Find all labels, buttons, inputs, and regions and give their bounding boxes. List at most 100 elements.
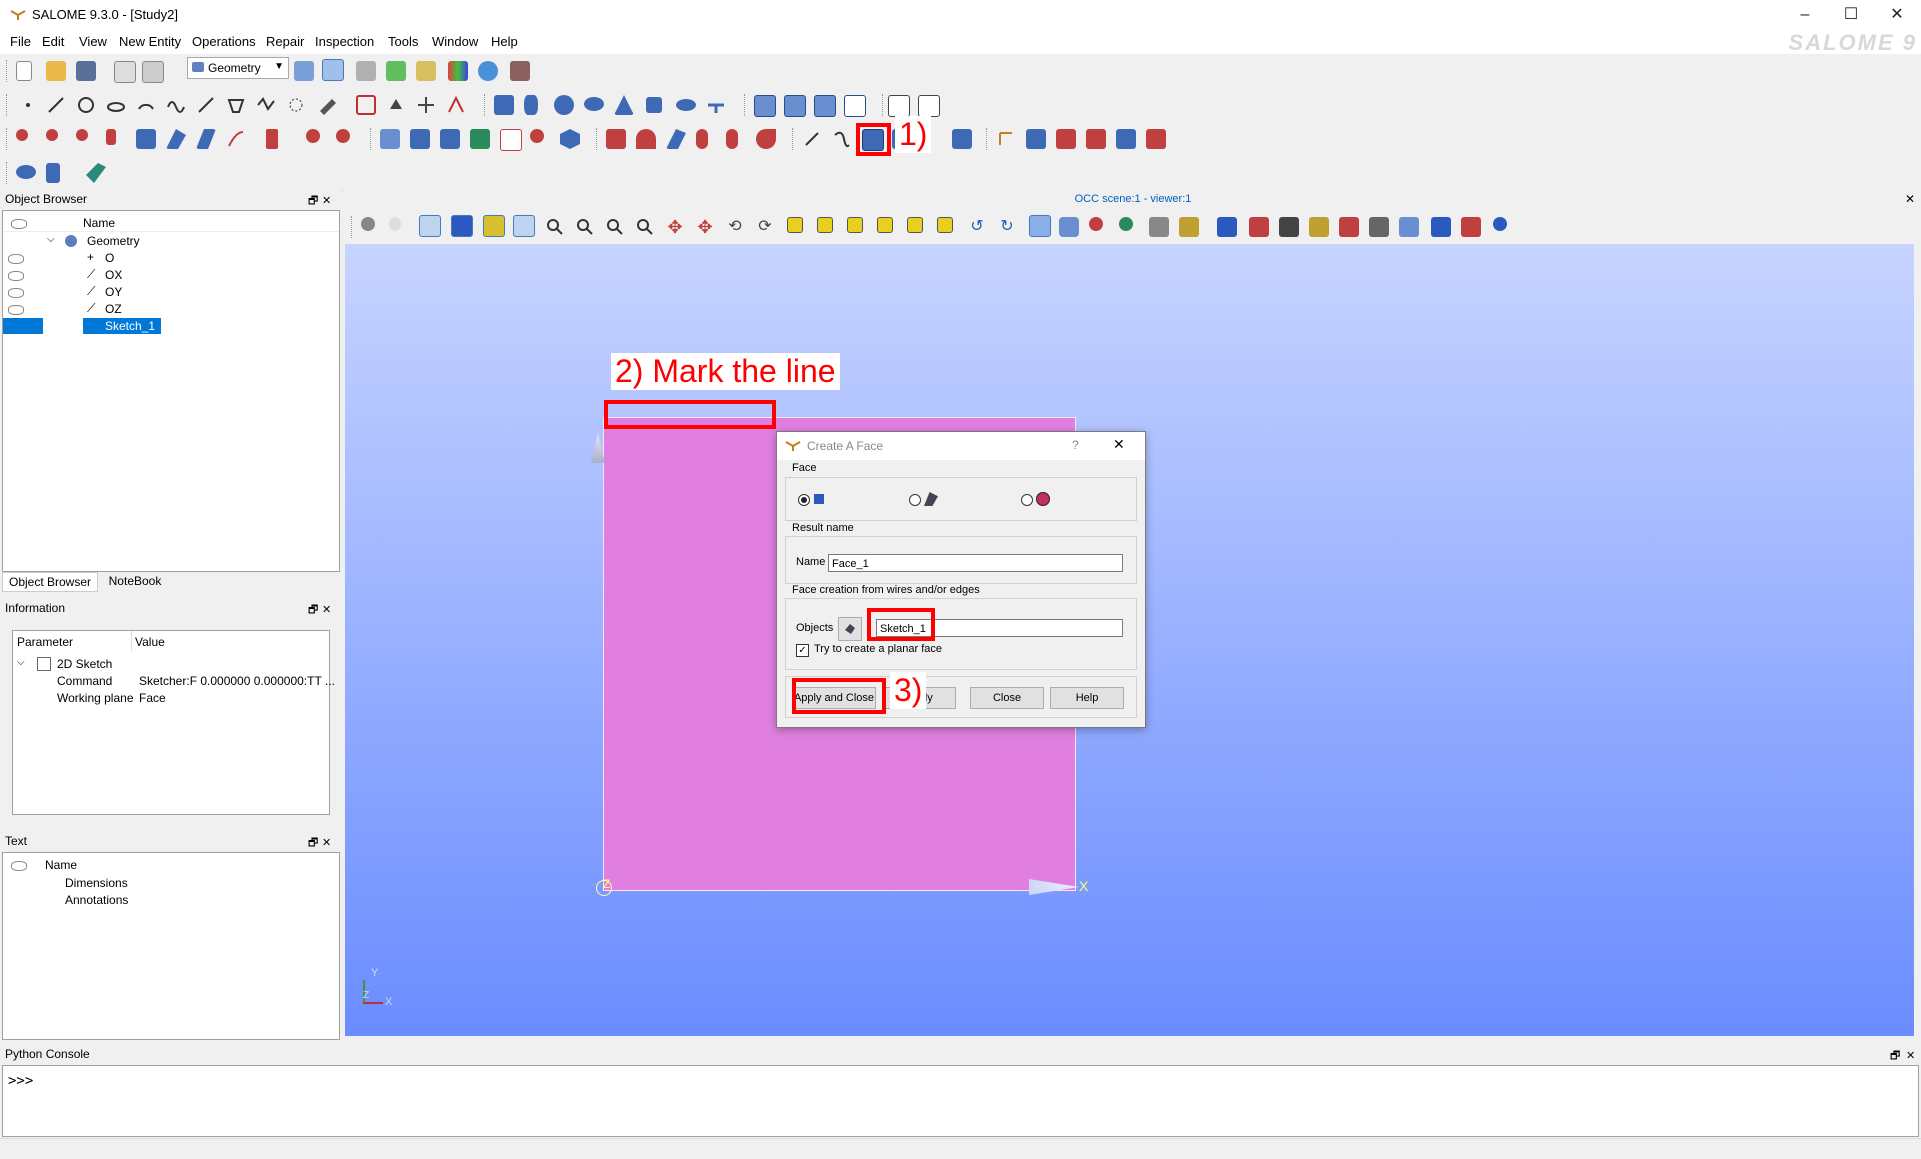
result-name-input[interactable]: Face_1 [828, 554, 1123, 572]
remove-extra-edges-icon[interactable] [1086, 129, 1106, 149]
clone-view-icon[interactable] [1431, 217, 1451, 237]
environment-texture-icon[interactable] [1309, 217, 1329, 237]
minimize-button[interactable]: – [1782, 0, 1828, 30]
visibility-eye-icon[interactable] [8, 288, 24, 298]
box-icon[interactable] [494, 95, 514, 115]
change-orientation-icon[interactable] [1056, 129, 1076, 149]
visibility-eye-icon[interactable] [11, 861, 27, 871]
tree-row-o[interactable]: + O [3, 250, 339, 266]
polygonal-selection-icon[interactable] [483, 215, 505, 237]
menu-inspection[interactable]: Inspection [315, 34, 374, 49]
view-front-icon[interactable] [787, 217, 803, 233]
view-left-icon[interactable] [907, 217, 923, 233]
extrusion-icon[interactable] [226, 129, 246, 149]
shaper-module-icon[interactable] [386, 61, 406, 81]
smesh-module-icon[interactable] [356, 61, 376, 81]
ambient-light-icon[interactable] [1217, 217, 1237, 237]
study-manager-icon[interactable] [510, 61, 530, 81]
section-icon[interactable] [844, 95, 866, 117]
working-plane-icon[interactable] [386, 95, 406, 115]
menu-help[interactable]: Help [491, 34, 518, 49]
revolution-icon[interactable] [266, 129, 278, 149]
text-item-dimensions[interactable]: Dimensions [65, 876, 128, 890]
chamfer-icon[interactable] [410, 129, 430, 149]
mirror-icon[interactable] [106, 129, 116, 145]
menu-operations[interactable]: Operations [192, 34, 256, 49]
vector-icon[interactable] [196, 95, 216, 115]
menu-new-entity[interactable]: New Entity [119, 34, 181, 49]
module-selector[interactable]: Geometry ▼ [187, 57, 289, 79]
cut-icon[interactable] [814, 95, 836, 117]
2d-sketch-icon[interactable] [356, 95, 376, 115]
float-panel-icon[interactable]: 🗗 [1890, 1047, 1900, 1065]
disk-icon[interactable] [676, 99, 696, 111]
float-panel-icon[interactable]: 🗗 [308, 834, 318, 852]
shape-process-icon[interactable] [560, 129, 580, 149]
cone-icon[interactable] [614, 95, 634, 115]
rotate-counterclockwise-icon[interactable]: ↺ [967, 217, 987, 237]
view-top-icon[interactable] [847, 217, 863, 233]
visibility-eye-icon[interactable] [8, 254, 24, 264]
zoom-icon[interactable] [635, 217, 655, 237]
curve-icon[interactable] [166, 95, 186, 115]
dump-view-icon[interactable] [361, 217, 375, 231]
close-panel-icon[interactable]: ✕ [322, 192, 331, 210]
tree-row-oz[interactable]: ⟋ OZ [3, 301, 339, 317]
activate-module-icon[interactable] [294, 61, 314, 81]
rotation-icon[interactable] [46, 129, 58, 141]
archimede-icon[interactable] [470, 129, 490, 149]
light-source-icon[interactable] [1339, 217, 1359, 237]
plane-icon[interactable] [320, 99, 336, 115]
fuse-edges-icon[interactable] [1116, 129, 1136, 149]
maximize-button[interactable]: ☐ [1828, 0, 1874, 30]
close-panel-icon[interactable]: ✕ [322, 834, 331, 852]
jobmanager-module-icon[interactable] [478, 61, 498, 81]
translation-icon[interactable] [16, 129, 28, 141]
radio-face-from-wires[interactable] [798, 494, 810, 506]
show-trihedron-icon[interactable] [513, 215, 535, 237]
shading-icon[interactable] [1493, 217, 1507, 231]
tab-notebook[interactable]: NoteBook [100, 572, 170, 590]
open-folder-icon[interactable] [46, 61, 66, 81]
visibility-eye-icon[interactable] [11, 219, 27, 229]
expand-chevron-icon[interactable]: ⌵ [17, 657, 25, 668]
multi-rotation-icon[interactable] [336, 129, 350, 143]
tree-row-oy[interactable]: ⟋ OY [3, 284, 339, 300]
memorize-view-icon[interactable] [1059, 217, 1079, 237]
circle-icon[interactable] [76, 95, 96, 115]
dump-view-icon[interactable] [888, 95, 910, 117]
zooming-style-icon[interactable] [419, 215, 441, 237]
tree-row-sketch-1[interactable]: Sketch_1 [3, 318, 339, 334]
expand-chevron-icon[interactable]: ⌵ [47, 234, 55, 245]
plane-primitive-icon[interactable] [706, 95, 726, 115]
arc-icon[interactable] [136, 95, 156, 115]
interaction-style-icon[interactable] [389, 217, 401, 231]
import-picture-icon[interactable] [918, 95, 940, 117]
close-panel-icon[interactable]: ✕ [322, 601, 331, 619]
visibility-eye-icon[interactable] [8, 271, 24, 281]
divided-disk-icon[interactable] [46, 163, 60, 183]
save-icon[interactable] [76, 61, 96, 81]
projection-icon[interactable] [196, 129, 216, 149]
spline-icon[interactable] [256, 95, 276, 115]
python-console[interactable]: >>> [2, 1065, 1919, 1137]
graduated-axes-icon[interactable] [1179, 217, 1199, 237]
location-icon[interactable] [76, 129, 88, 141]
fit-all-icon[interactable] [545, 217, 565, 237]
panning-icon[interactable]: ✥ [665, 217, 685, 237]
close-viewer-icon[interactable]: ✕ [1905, 192, 1915, 206]
ellipse-icon[interactable] [106, 95, 126, 115]
edge-icon[interactable] [802, 129, 822, 149]
line-icon[interactable] [46, 95, 66, 115]
compound-icon[interactable] [996, 129, 1016, 149]
sync-view-icon[interactable] [1249, 217, 1269, 237]
background-icon[interactable] [1461, 217, 1481, 237]
geometry-module-button-icon[interactable] [322, 59, 344, 81]
stereo-view-icon[interactable] [1369, 217, 1389, 237]
view-back-icon[interactable] [817, 217, 833, 233]
select-objects-button[interactable] [838, 617, 862, 641]
close-dialog-icon[interactable]: ✕ [1113, 436, 1125, 453]
menu-view[interactable]: View [79, 34, 107, 49]
pipe-tshape-icon[interactable] [16, 165, 36, 179]
polyline-icon[interactable] [226, 95, 246, 115]
